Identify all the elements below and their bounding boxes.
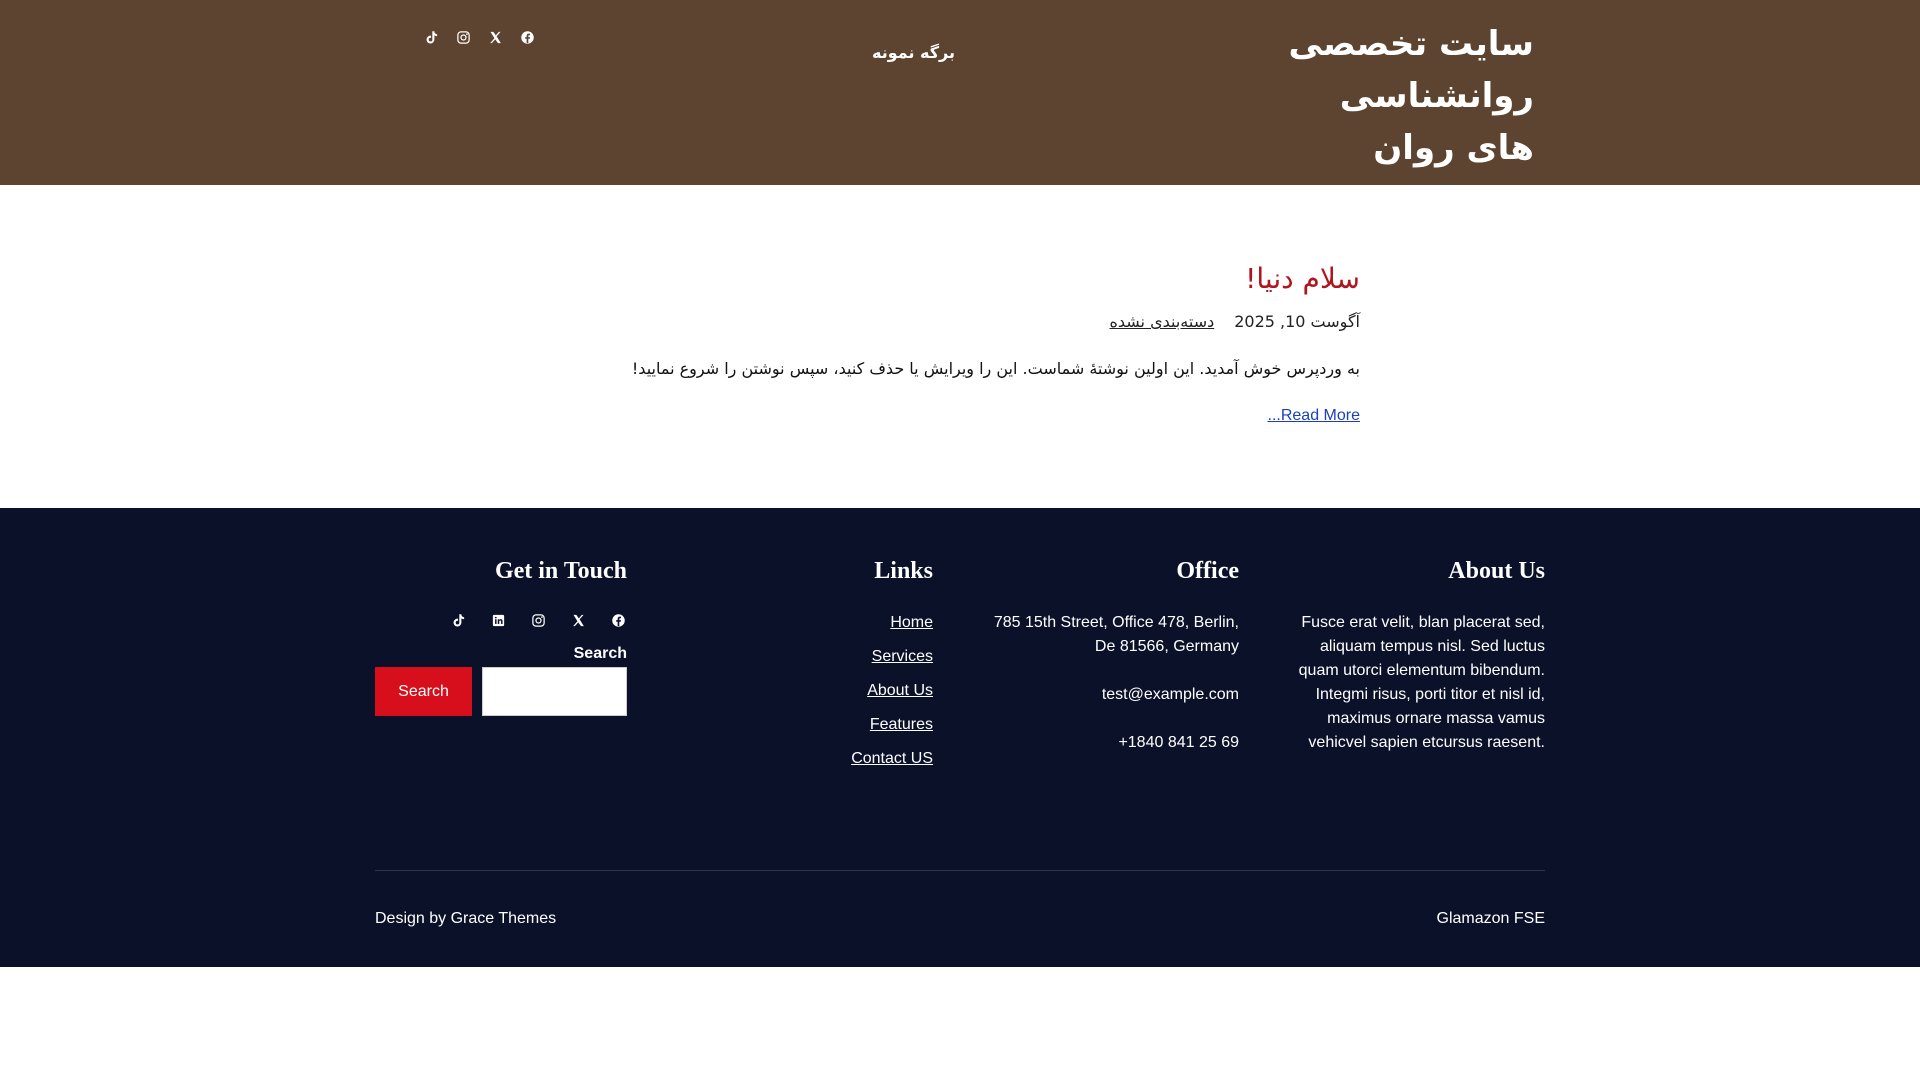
search-input[interactable] — [482, 667, 627, 716]
post-excerpt: به وردپرس خوش آمدید. این اولین نوشتهٔ شم… — [631, 359, 1360, 378]
x-icon[interactable] — [569, 611, 587, 629]
read-more-link[interactable]: ...Read More — [1268, 407, 1360, 425]
tiktok-icon[interactable] — [449, 611, 467, 629]
nav-link-sample-page[interactable]: برگه نمونه — [872, 43, 955, 62]
footer-link-contact-us[interactable]: Contact US — [851, 750, 933, 767]
linkedin-icon[interactable] — [489, 611, 507, 629]
footer-links: Links Home Services About Us Features Co… — [673, 558, 933, 781]
footer-credit: Design by Grace Themes — [375, 910, 557, 927]
site-title[interactable]: سایت تخصصی روانشناسی های روان — [1274, 18, 1534, 174]
list-item: About Us — [673, 679, 933, 703]
about-text: Fusce erat velit, blan placerat sed, ali… — [1298, 614, 1545, 751]
facebook-icon[interactable] — [609, 611, 627, 629]
instagram-icon[interactable] — [529, 611, 547, 629]
office-email: test@example.com — [1101, 686, 1239, 703]
footer-link-services[interactable]: Services — [872, 648, 933, 665]
office-phone: +1840 841 25 69 — [1118, 734, 1239, 751]
links-list: Home Services About Us Features Contact … — [673, 611, 933, 771]
site-header: سایت تخصصی روانشناسی های روان برگه نمونه — [0, 0, 1920, 185]
x-icon[interactable] — [486, 28, 504, 46]
site-footer: About Us Fusce erat velit, blan placerat… — [0, 508, 1920, 967]
footer-office: Office 785 15th Street, Office 478, Berl… — [979, 558, 1239, 755]
footer-contact: Get in Touch Search Search — [375, 558, 627, 716]
footer-theme-name: Glamazon FSE — [1436, 910, 1545, 927]
tiktok-icon[interactable] — [422, 28, 440, 46]
office-heading: Office — [1176, 558, 1239, 584]
footer-divider — [375, 870, 1545, 871]
list-item: Features — [673, 713, 933, 737]
list-item: Home — [673, 611, 933, 635]
search-button[interactable]: Search — [375, 667, 472, 716]
post-date: آگوست 10, 2025 — [1234, 312, 1360, 331]
facebook-icon[interactable] — [518, 28, 536, 46]
search-form: Search — [375, 667, 627, 716]
post-title[interactable]: سلام دنیا! — [1245, 262, 1360, 295]
list-item: Services — [673, 645, 933, 669]
footer-social-links — [375, 611, 627, 629]
contact-heading: Get in Touch — [494, 558, 627, 584]
search-label: Search — [573, 645, 627, 662]
about-heading: About Us — [1448, 558, 1545, 584]
footer-link-features[interactable]: Features — [870, 716, 933, 733]
instagram-icon[interactable] — [454, 28, 472, 46]
post-meta: آگوست 10, 2025 دسته‌بندی نشده — [1109, 312, 1360, 331]
footer-link-about-us[interactable]: About Us — [867, 682, 933, 699]
post-category[interactable]: دسته‌بندی نشده — [1109, 312, 1214, 331]
office-address: 785 15th Street, Office 478, Berlin, De … — [993, 614, 1239, 655]
header-social-links — [422, 28, 536, 46]
links-heading: Links — [874, 558, 933, 584]
footer-about: About Us Fusce erat velit, blan placerat… — [1285, 558, 1545, 755]
footer-link-home[interactable]: Home — [890, 614, 933, 631]
list-item: Contact US — [673, 747, 933, 771]
